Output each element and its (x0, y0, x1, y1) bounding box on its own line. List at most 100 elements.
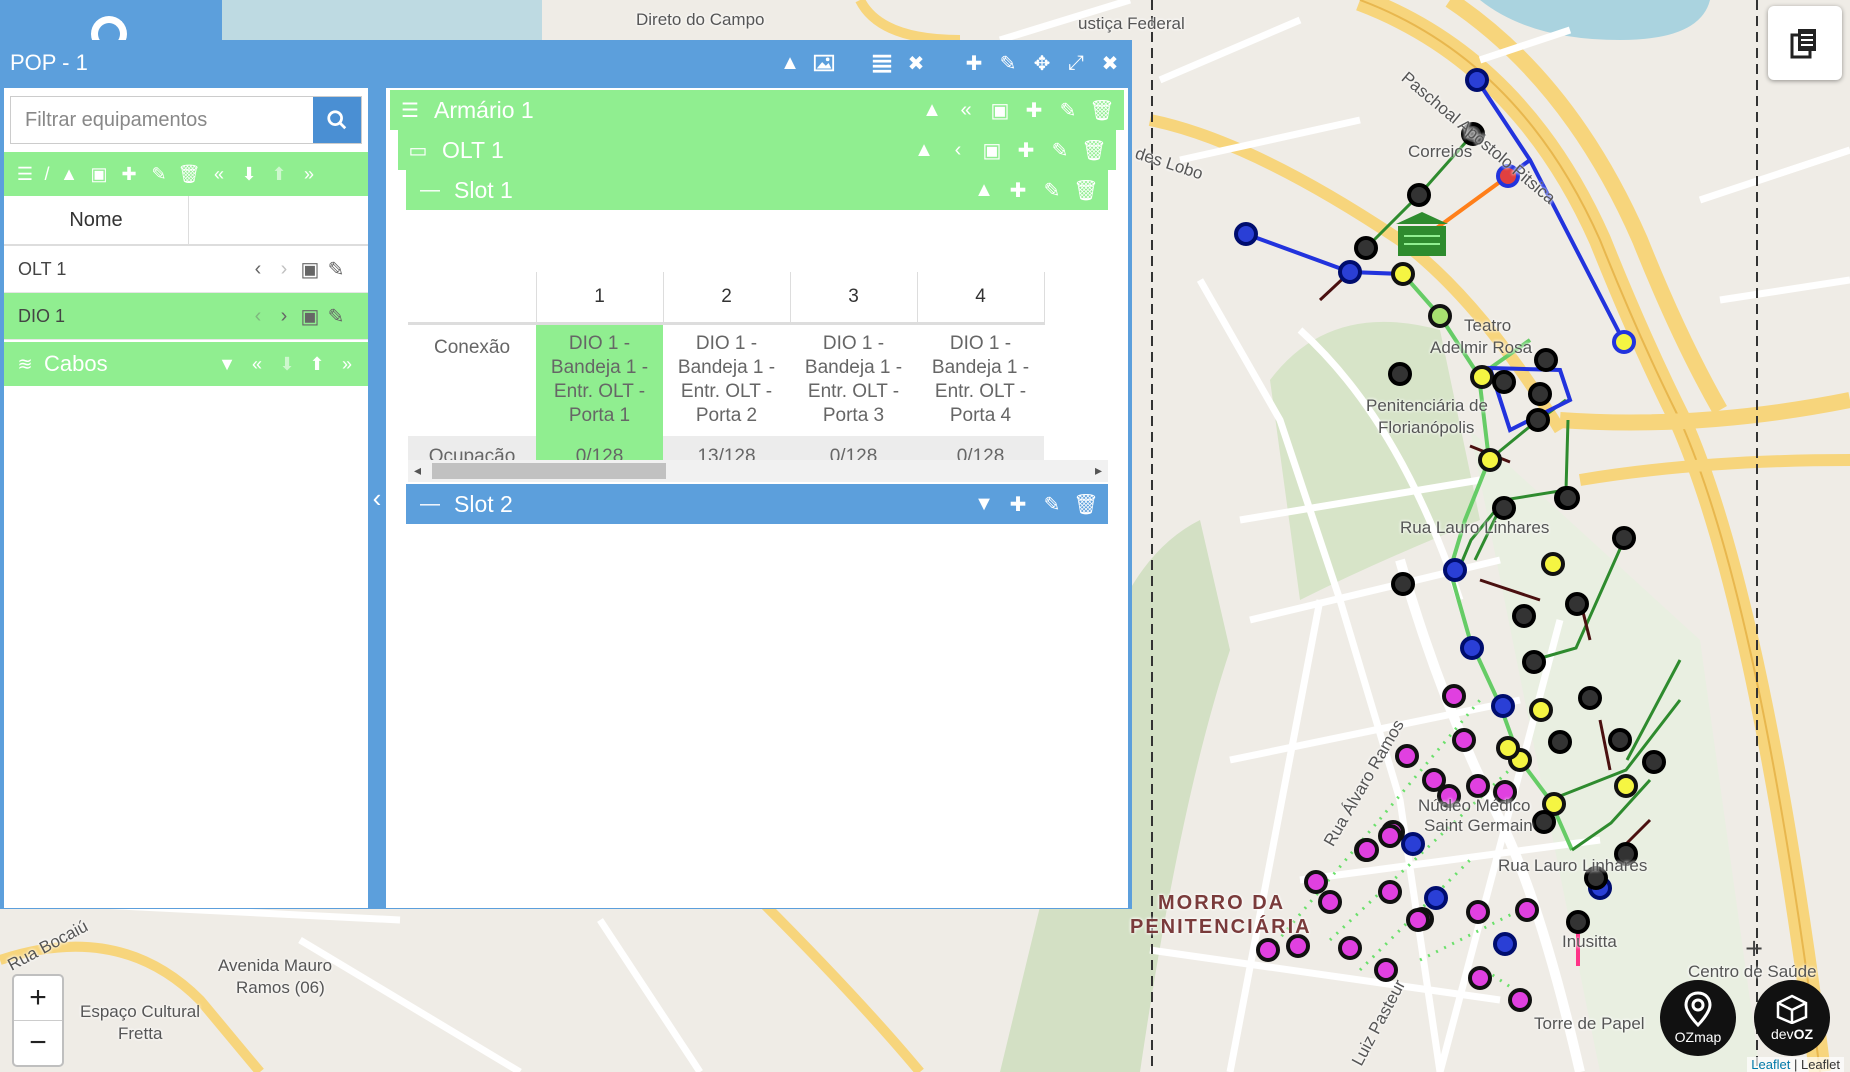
arrow-up-icon[interactable]: ⬆ (304, 350, 330, 378)
zoom-out-button[interactable]: − (14, 1020, 62, 1065)
close-window-icon[interactable]: ✖ (1096, 49, 1124, 77)
add-icon[interactable]: ✚ (116, 160, 142, 188)
edit-pencil-icon[interactable]: ✎ (994, 49, 1022, 77)
image-icon[interactable] (810, 49, 838, 77)
port-connection-cell[interactable]: DIO 1 - Bandeja 1 - Entr. OLT - Porta 3 (790, 324, 917, 436)
expand-icon[interactable]: ⤢ (1062, 49, 1090, 77)
chevron-left-icon[interactable]: ‹ (246, 255, 270, 283)
map-label-penitenciaria-area: PENITENCIÁRIA (1130, 916, 1312, 938)
row-label-ocupacao: Ocupação (408, 435, 536, 460)
port-connection-cell[interactable]: DIO 1 - Bandeja 1 - Entr. OLT - Porta 2 (663, 324, 790, 436)
edit-pencil-icon[interactable]: ✎ (324, 302, 348, 330)
chevron-right-icon[interactable]: › (272, 255, 296, 283)
port-occupancy-cell: 0/128 (790, 435, 917, 460)
leaflet-link[interactable]: Leaflet (1751, 1057, 1790, 1072)
scrollbar-thumb[interactable] (432, 463, 666, 479)
edit-pencil-icon[interactable]: ✎ (1054, 96, 1082, 124)
trash-icon[interactable]: 🗑 (176, 160, 202, 188)
scroll-right-icon[interactable]: ▸ (1095, 462, 1102, 479)
devoz-logo[interactable]: devOZ (1754, 980, 1830, 1056)
add-icon[interactable]: ✚ (1020, 96, 1048, 124)
equipment-filter-input[interactable] (11, 97, 313, 143)
connection-line: Bandeja 1 - (550, 357, 649, 379)
equipment-row-olt[interactable]: OLT 1 ‹ › ▣ ✎ (4, 246, 368, 293)
add-icon[interactable]: ✚ (960, 49, 988, 77)
arrow-down-icon[interactable]: ⬇ (274, 350, 300, 378)
svg-text:+: + (1744, 934, 1764, 962)
layers-button[interactable] (1768, 6, 1842, 80)
chevron-right-icon[interactable]: › (272, 302, 296, 330)
search-button[interactable] (313, 97, 361, 143)
map-label-teatro: Teatro (1464, 316, 1512, 335)
connection-line: Porta 1 (568, 405, 631, 427)
zoom-in-button[interactable]: + (14, 976, 62, 1020)
slot-1-header[interactable]: — Slot 1 ▲ ✚ ✎ 🗑 (406, 170, 1108, 210)
image-icon[interactable]: ▣ (986, 96, 1014, 124)
map-label-fretta: Fretta (118, 1024, 163, 1043)
search-icon (327, 110, 347, 130)
server-icon[interactable]: ☰ (12, 160, 38, 188)
cabos-bar[interactable]: ≋ Cabos ▼ « ⬇ ⬆ » (4, 342, 368, 386)
edit-pencil-icon[interactable]: ✎ (146, 160, 172, 188)
arrow-down-icon[interactable]: ⬇ (236, 160, 262, 188)
olt-header[interactable]: ▭ OLT 1 ▲ ‹ ▣ ✚ ✎ 🗑 (398, 130, 1116, 170)
map-label-adelmir-rosa: Adelmir Rosa (1430, 338, 1533, 357)
add-icon[interactable]: ✚ (1004, 490, 1032, 518)
double-right-icon[interactable]: » (334, 350, 360, 378)
list-icon[interactable] (868, 49, 896, 77)
connection-line: Porta 3 (822, 405, 885, 427)
edit-pencil-icon[interactable]: ✎ (1038, 490, 1066, 518)
add-icon[interactable]: ✚ (1012, 136, 1040, 164)
double-left-icon[interactable]: « (206, 160, 232, 188)
double-right-icon[interactable]: » (296, 160, 322, 188)
caret-up-icon[interactable]: ▲ (910, 136, 938, 164)
caret-down-icon[interactable]: ▼ (214, 350, 240, 378)
close-x-icon[interactable]: ✖ (902, 49, 930, 77)
trash-icon[interactable]: 🗑 (1080, 136, 1108, 164)
collapse-minus-icon[interactable]: — (416, 490, 444, 518)
collapse-minus-icon[interactable]: — (416, 176, 444, 204)
edit-pencil-icon[interactable]: ✎ (1046, 136, 1074, 164)
edit-pencil-icon[interactable]: ✎ (1038, 176, 1066, 204)
image-icon[interactable]: ▣ (86, 160, 112, 188)
connection-line: Entr. OLT - (680, 381, 773, 403)
pop-window-tab[interactable] (0, 0, 222, 52)
ports-horizontal-scrollbar[interactable]: ◂ ▸ (408, 460, 1108, 482)
slot-2-header[interactable]: — Slot 2 ▼ ✚ ✎ 🗑 (406, 484, 1108, 524)
connection-line: Bandeja 1 - (931, 357, 1030, 379)
caret-down-icon[interactable]: ▼ (970, 490, 998, 518)
caret-up-icon[interactable]: ▲ (776, 49, 804, 77)
chevron-left-icon[interactable]: ‹ (246, 302, 270, 330)
cables-icon: ≋ (17, 353, 33, 374)
image-icon[interactable]: ▣ (298, 255, 322, 283)
attribution-text: | Leaflet (1793, 1057, 1840, 1072)
ozmap-logo[interactable]: OZmap (1660, 980, 1736, 1056)
equipment-name: DIO 1 (18, 305, 66, 326)
trash-icon[interactable]: 🗑 (1072, 490, 1100, 518)
caret-up-icon[interactable]: ▲ (56, 160, 82, 188)
port-connection-cell[interactable]: DIO 1 - Bandeja 1 - Entr. OLT - Porta 1 (536, 323, 663, 436)
edit-pencil-icon[interactable]: ✎ (324, 255, 348, 283)
move-arrows-icon[interactable]: ✥ (1028, 49, 1056, 77)
map-label-avenida-mauro: Avenida Mauro (218, 956, 333, 975)
double-left-icon[interactable]: « (952, 96, 980, 124)
trash-icon[interactable]: 🗑 (1072, 176, 1100, 204)
column-header-nome[interactable]: Nome (4, 196, 189, 244)
panel-collapse-button[interactable]: ‹ (368, 88, 386, 908)
caret-up-icon[interactable]: ▲ (918, 96, 946, 124)
caret-up-icon[interactable]: ▲ (970, 176, 998, 204)
chevron-left-icon[interactable]: ‹ (944, 136, 972, 164)
pop-window-header[interactable]: POP - 1 ▲ ✖ ✚ ✎ ✥ ⤢ ✖ (0, 40, 1132, 86)
arrow-up-icon[interactable]: ⬆ (266, 160, 292, 188)
cube-icon (1776, 994, 1808, 1024)
equipment-row-dio[interactable]: DIO 1 ‹ › ▣ ✎ (4, 293, 368, 340)
armario-header[interactable]: ☰ Armário 1 ▲ « ▣ ✚ ✎ 🗑 (390, 90, 1124, 130)
port-connection-cell[interactable]: DIO 1 - Bandeja 1 - Entr. OLT - Porta 4 (917, 324, 1044, 436)
double-left-icon[interactable]: « (244, 350, 270, 378)
trash-icon[interactable]: 🗑 (1088, 96, 1116, 124)
add-icon[interactable]: ✚ (1004, 176, 1032, 204)
connection-line: DIO 1 - (949, 333, 1012, 355)
image-icon[interactable]: ▣ (978, 136, 1006, 164)
image-icon[interactable]: ▣ (298, 302, 322, 330)
scroll-left-icon[interactable]: ◂ (414, 462, 421, 479)
